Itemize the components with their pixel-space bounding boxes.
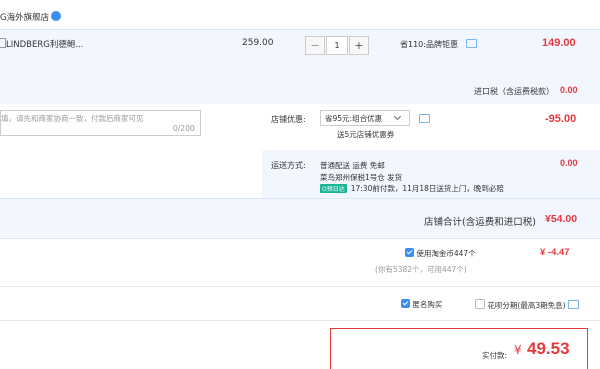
shop-name[interactable]: G海外旗舰店	[0, 11, 49, 23]
item-price: 259.00	[242, 38, 274, 48]
item-subtotal: 149.00	[542, 37, 576, 49]
delivery-badge: O预日达	[320, 184, 347, 193]
store-discount-value: -95.00	[545, 113, 577, 125]
chevron-down-icon	[393, 112, 402, 121]
message-placeholder: 填，请先和商家协商一致，付款后商家可见	[1, 114, 144, 123]
chat-icon[interactable]	[465, 39, 477, 48]
shipping-line2: 菜鸟郑州保税1号仓 发货	[320, 173, 403, 182]
coins-sub: (你有5382个，可用447个)	[375, 265, 467, 274]
shipping-value: 0.00	[560, 158, 578, 168]
quantity-stepper[interactable]: − 1 +	[305, 36, 369, 55]
huabei-option[interactable]: 花呗分期(最高3期免息)	[475, 299, 579, 311]
payment-amount: 49.53	[527, 339, 570, 358]
item-title-text: LINDBERG利德鲍	[6, 40, 76, 50]
payment-currency: ¥	[514, 343, 522, 357]
coins-label: 使用淘金币447个	[416, 249, 476, 258]
anonymous-label: 匿名购买	[412, 300, 443, 309]
item-title-ellipsis: ...	[75, 40, 84, 50]
store-total-label: 店铺合计(含运费和进口税)	[424, 217, 536, 228]
coins-checkbox[interactable]	[405, 248, 414, 257]
quantity-input[interactable]: 1	[326, 36, 348, 55]
item-promo-text: 省110:品牌钜惠	[400, 40, 458, 49]
coins-option[interactable]: 使用淘金币447个	[405, 248, 476, 259]
store-discount-select[interactable]: 省95元:组合优惠	[320, 110, 410, 126]
delivery-promise: 17:30前付款，11月18日送货上门，晚到必赔	[350, 184, 504, 193]
store-discount-sub: 送5元店铺优惠券	[337, 130, 395, 139]
anonymous-checkbox[interactable]	[401, 299, 410, 308]
increment-button[interactable]: +	[349, 36, 369, 55]
import-tax-label: 进口税（含运费税款）	[474, 87, 554, 96]
store-total-value: ¥54.00	[545, 213, 578, 225]
discount-chat-icon[interactable]	[419, 114, 430, 123]
import-tax-value: 0.00	[560, 85, 578, 95]
shipping-label: 运送方式:	[271, 161, 306, 170]
huabei-checkbox[interactable]	[475, 299, 485, 309]
anonymous-option[interactable]: 匿名购买	[401, 299, 442, 310]
huabei-chat-icon[interactable]	[567, 300, 579, 309]
item-title[interactable]: LINDBERG利德鲍...	[0, 38, 83, 50]
message-counter: 0/200	[173, 124, 195, 133]
store-discount-label: 店铺优惠:	[271, 115, 306, 124]
divider-line	[0, 286, 600, 287]
huabei-label: 花呗分期(最高3期免息)	[487, 301, 566, 310]
item-promo: 省110:品牌钜惠	[400, 39, 477, 50]
shipping-line1: 普通配送 运费 免邮	[320, 161, 385, 170]
store-discount-selected: 省95元:组合优惠	[325, 114, 383, 123]
shop-info-icon[interactable]	[51, 11, 61, 21]
coins-value: ¥ -4.47	[540, 247, 570, 258]
divider-line-2	[0, 320, 600, 321]
message-input[interactable]: 填，请先和商家协商一致，付款后商家可见 0/200	[0, 110, 201, 136]
payment-label: 实付款:	[482, 351, 508, 360]
shipping-line3: O预日达 17:30前付款，11月18日送货上门，晚到必赔	[320, 183, 504, 194]
decrement-button[interactable]: −	[305, 36, 325, 55]
